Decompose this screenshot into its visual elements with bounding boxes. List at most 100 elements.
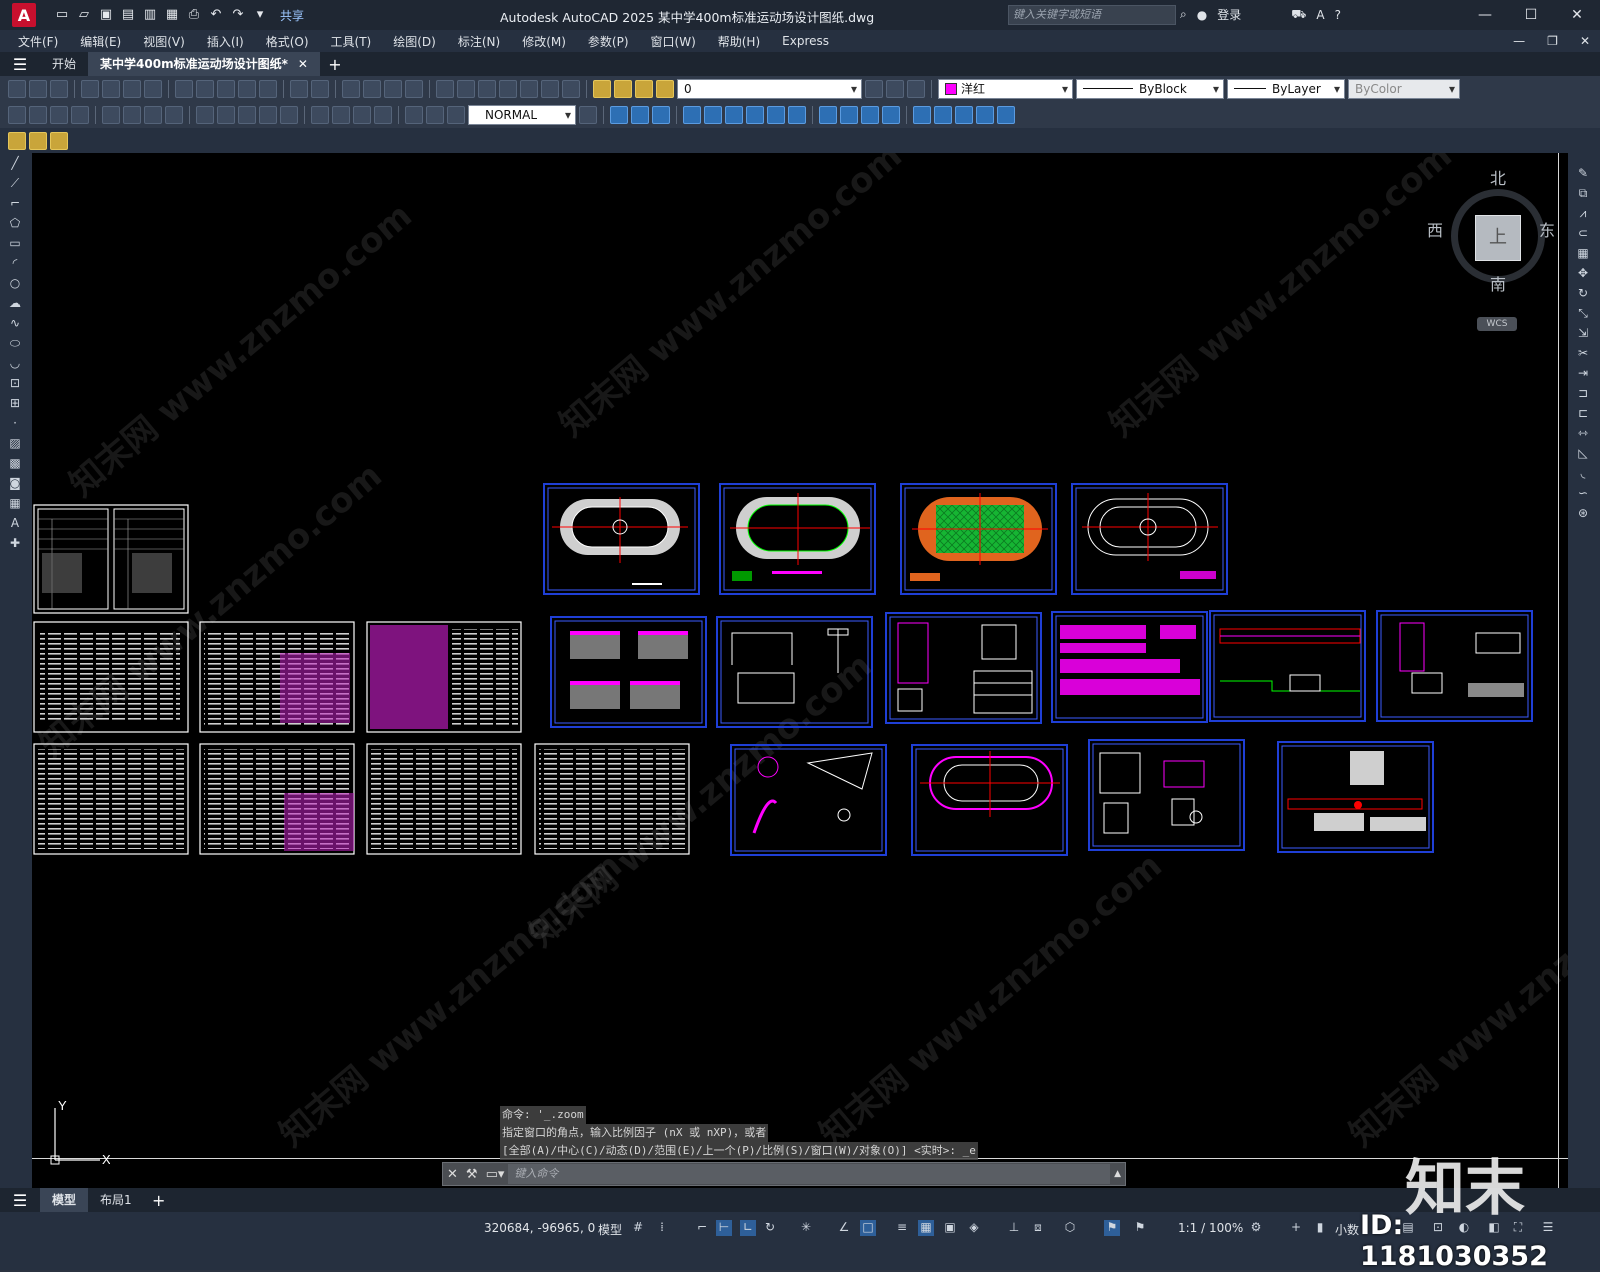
menu-edit[interactable]: 编辑(E) <box>69 33 132 50</box>
block-editor-icon[interactable] <box>259 80 277 98</box>
construction-line-icon[interactable]: ⟋ <box>8 175 22 191</box>
view-left-icon[interactable] <box>652 106 670 124</box>
design-center-icon[interactable] <box>457 80 475 98</box>
zoom-window-icon[interactable] <box>384 80 402 98</box>
ucs-object-icon[interactable] <box>997 106 1015 124</box>
sheet-notes-6[interactable] <box>366 743 522 855</box>
3d-osnap-icon[interactable]: ◈ <box>966 1220 982 1236</box>
annotation-visibility-icon[interactable]: ⚑ <box>1104 1220 1120 1236</box>
ortho-icon[interactable]: ∟ <box>740 1220 756 1236</box>
menu-draw[interactable]: 绘图(D) <box>382 33 447 50</box>
save-icon[interactable]: ▣ <box>98 7 114 23</box>
open-file-icon[interactable]: ▱ <box>76 7 92 23</box>
revision-cloud-icon[interactable]: ☁ <box>8 295 22 311</box>
express-tool-1-icon[interactable] <box>8 132 26 150</box>
hatch-icon[interactable]: ▨ <box>8 435 22 451</box>
open-web-icon[interactable]: ▥ <box>142 7 158 23</box>
sheet-goal-detail[interactable] <box>716 616 873 728</box>
3d-print-icon[interactable] <box>144 80 162 98</box>
view-front-icon[interactable] <box>704 106 722 124</box>
visual-style-2d-icon[interactable] <box>819 106 837 124</box>
share-button[interactable]: 共享 <box>280 7 304 24</box>
snap-icon[interactable]: ⁞ <box>654 1220 670 1236</box>
autocad-logo-icon[interactable]: A <box>12 3 36 27</box>
polar-icon[interactable]: ↻ <box>762 1220 778 1236</box>
sheet-notes-5[interactable] <box>199 743 355 855</box>
sheet-track-layout[interactable] <box>1071 483 1228 595</box>
zoom-realtime-icon[interactable] <box>363 80 381 98</box>
view-right-icon[interactable] <box>683 106 701 124</box>
qnew-icon[interactable] <box>8 80 26 98</box>
ucs-previous-icon[interactable] <box>955 106 973 124</box>
tab-start[interactable]: 开始 <box>40 52 88 76</box>
command-recent-icon[interactable]: ▭▾ <box>486 1167 505 1182</box>
break-at-point-icon[interactable]: ⊐ <box>1576 385 1590 401</box>
explode-icon[interactable]: ⊛ <box>1576 505 1590 521</box>
view-ne-iso-icon[interactable] <box>788 106 806 124</box>
menu-view[interactable]: 视图(V) <box>132 33 196 50</box>
tab-close-icon[interactable]: ✕ <box>298 57 308 71</box>
isodraft-icon[interactable]: ✳ <box>798 1220 814 1236</box>
menu-format[interactable]: 格式(O) <box>255 33 320 50</box>
sheet-track-plan-1[interactable] <box>543 483 700 595</box>
open-icon[interactable] <box>29 80 47 98</box>
table-icon[interactable]: ▦ <box>8 495 22 511</box>
point-icon[interactable]: · <box>8 415 22 431</box>
compass-west[interactable]: 西 <box>1427 217 1443 241</box>
doc-minimize-icon[interactable]: — <box>1513 30 1525 52</box>
help-search-input[interactable]: 键入关键字或短语 <box>1008 5 1176 25</box>
dim-break-icon[interactable] <box>280 106 298 124</box>
sheet-equipment-detail[interactable] <box>1088 739 1245 851</box>
annotation-scale[interactable]: 1:1 / 100% <box>1178 1221 1243 1235</box>
menu-parametric[interactable]: 参数(P) <box>577 33 640 50</box>
cart-icon[interactable]: ⛟ <box>1291 7 1306 23</box>
compass-east[interactable]: 东 <box>1539 217 1555 241</box>
jogged-linear-icon[interactable] <box>374 106 392 124</box>
infer-constraints-icon[interactable]: ⌐ <box>694 1220 710 1236</box>
lineweight-icon[interactable]: ≡ <box>894 1220 910 1236</box>
drawing-canvas[interactable]: 知末网 www.znzmo.com 知末网 www.znzmo.com 知末网 … <box>32 153 1568 1211</box>
layer-freeze-icon[interactable] <box>635 80 653 98</box>
join-icon[interactable]: ⇿ <box>1576 425 1590 441</box>
menu-window[interactable]: 窗口(W) <box>640 33 707 50</box>
dim-space-icon[interactable] <box>259 106 277 124</box>
line-icon[interactable]: ╱ <box>8 155 22 171</box>
scale-icon[interactable]: ⤡ <box>1576 305 1590 321</box>
new-tab-icon[interactable]: + <box>320 55 350 74</box>
express-tool-2-icon[interactable] <box>29 132 47 150</box>
close-icon[interactable]: ✕ <box>1554 0 1600 30</box>
sheet-foundation-section[interactable] <box>1277 741 1434 853</box>
command-input[interactable]: 键入命令 <box>508 1164 1111 1184</box>
print-preview-icon[interactable] <box>102 80 120 98</box>
sheet-field-grading[interactable] <box>911 744 1068 856</box>
ordinate-icon[interactable] <box>71 106 89 124</box>
sheet-spec-tables[interactable] <box>1051 611 1208 723</box>
menu-file[interactable]: 文件(F) <box>0 33 69 50</box>
undo-icon[interactable]: ↶ <box>208 7 224 23</box>
publish-icon[interactable] <box>123 80 141 98</box>
dim-style-icon[interactable] <box>579 106 597 124</box>
layer-on-icon[interactable] <box>614 80 632 98</box>
autodesk-app-icon[interactable]: A <box>1316 8 1324 22</box>
gradient-icon[interactable]: ▩ <box>8 455 22 471</box>
tool-palettes-icon[interactable] <box>478 80 496 98</box>
redo-tool-icon[interactable] <box>311 80 329 98</box>
undo-tool-icon[interactable] <box>290 80 308 98</box>
menu-insert[interactable]: 插入(I) <box>196 33 255 50</box>
view-back-icon[interactable] <box>725 106 743 124</box>
dynamic-input-icon[interactable]: ⊢ <box>716 1220 732 1236</box>
visual-style-3d-icon[interactable] <box>840 106 858 124</box>
view-se-iso-icon[interactable] <box>767 106 785 124</box>
print-icon[interactable] <box>81 80 99 98</box>
command-history-toggle-icon[interactable]: ▲ <box>1114 1169 1121 1179</box>
lineweight-dropdown[interactable]: ByLayer <box>1227 79 1345 99</box>
inspect-icon[interactable] <box>353 106 371 124</box>
object-snap-icon[interactable]: □ <box>860 1220 876 1236</box>
dim-edit-icon[interactable] <box>405 106 423 124</box>
zoom-previous-icon[interactable] <box>405 80 423 98</box>
polygon-icon[interactable]: ⬠ <box>8 215 22 231</box>
layer-states-icon[interactable] <box>907 80 925 98</box>
selection-cycling-icon[interactable]: ▣ <box>942 1220 958 1236</box>
customize-qat-icon[interactable]: ▾ <box>252 7 268 23</box>
tab-drawing[interactable]: 某中学400m标准运动场设计图纸* ✕ <box>88 52 320 76</box>
